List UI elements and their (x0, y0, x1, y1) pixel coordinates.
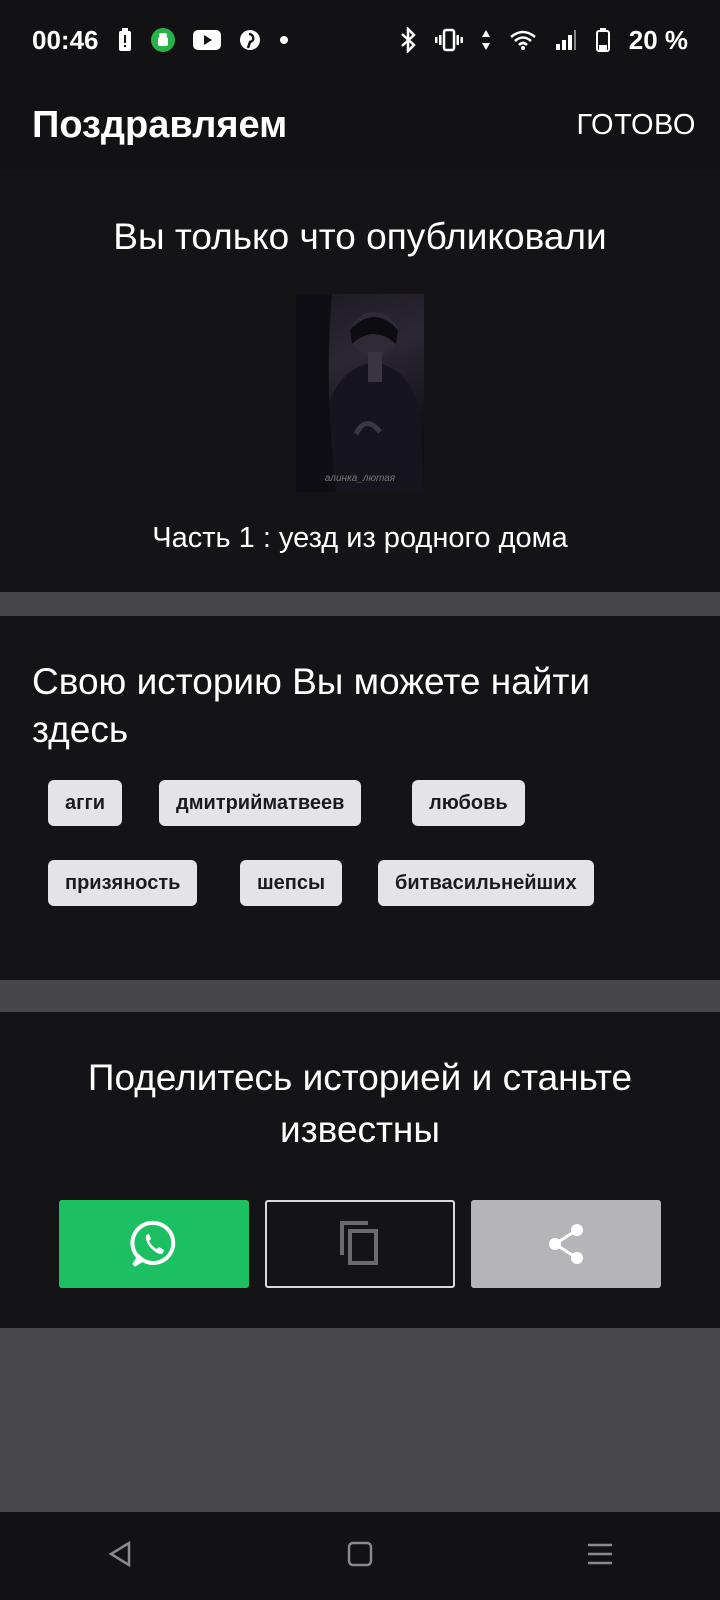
system-nav-bar (0, 1512, 720, 1600)
status-time: 00:46 (32, 24, 99, 55)
published-headline: Вы только что опубликовали (113, 216, 607, 257)
youtube-icon (192, 30, 221, 50)
tag-chip[interactable]: призяность (48, 860, 198, 906)
whatsapp-icon (130, 1220, 176, 1267)
story-cover-image[interactable]: алинка_лютая (296, 294, 424, 492)
vibrate-icon (434, 28, 463, 52)
divider (0, 980, 720, 1012)
done-button[interactable]: ГОТОВО (576, 109, 696, 142)
published-section: Вы только что опубликовали алинка_лютая … (0, 170, 720, 592)
empty-area (0, 1328, 720, 1512)
status-bar: 00:46 20 % (0, 0, 720, 80)
tag-chip[interactable]: битвасильнейших (378, 860, 594, 906)
tag-chip[interactable]: шепсы (240, 860, 343, 906)
find-story-headline: Свою историю Вы можете найти здесь (32, 661, 591, 750)
share-button[interactable] (471, 1200, 661, 1288)
cover-artwork (296, 294, 424, 492)
copy-link-button[interactable] (265, 1200, 455, 1288)
part-title: Часть 1 : уезд из родного дома (152, 522, 568, 554)
home-icon[interactable] (346, 1540, 374, 1573)
divider (0, 592, 720, 616)
dot-icon (279, 35, 289, 45)
header: Поздравляем ГОТОВО (0, 80, 720, 170)
find-story-section: Свою историю Вы можете найти здесь агги … (0, 616, 720, 980)
page-title: Поздравляем (32, 103, 288, 146)
tag-chip[interactable]: агги (48, 780, 123, 826)
recents-icon[interactable] (585, 1539, 615, 1574)
android-icon (150, 28, 175, 52)
battery-alert-icon (117, 27, 133, 53)
signal-icon (555, 29, 577, 51)
battery-percent: 20 % (628, 24, 688, 55)
pinterest-icon (239, 29, 261, 51)
share-icon (549, 1224, 583, 1264)
battery-icon (595, 27, 611, 53)
tag-chip[interactable]: любовь (412, 780, 525, 826)
whatsapp-share-button[interactable] (59, 1200, 249, 1288)
copy-icon (340, 1221, 378, 1265)
data-arrows-icon (481, 28, 491, 52)
share-headline: Поделитесь историей и станьте известны (87, 1057, 633, 1150)
cover-watermark: алинка_лютая (324, 473, 396, 484)
back-icon[interactable] (105, 1539, 135, 1574)
tag-chip[interactable]: дмитрийматвеев (159, 780, 362, 826)
wifi-icon (509, 29, 537, 51)
share-section: Поделитесь историей и станьте известны (0, 1012, 720, 1328)
bluetooth-icon (399, 27, 417, 53)
